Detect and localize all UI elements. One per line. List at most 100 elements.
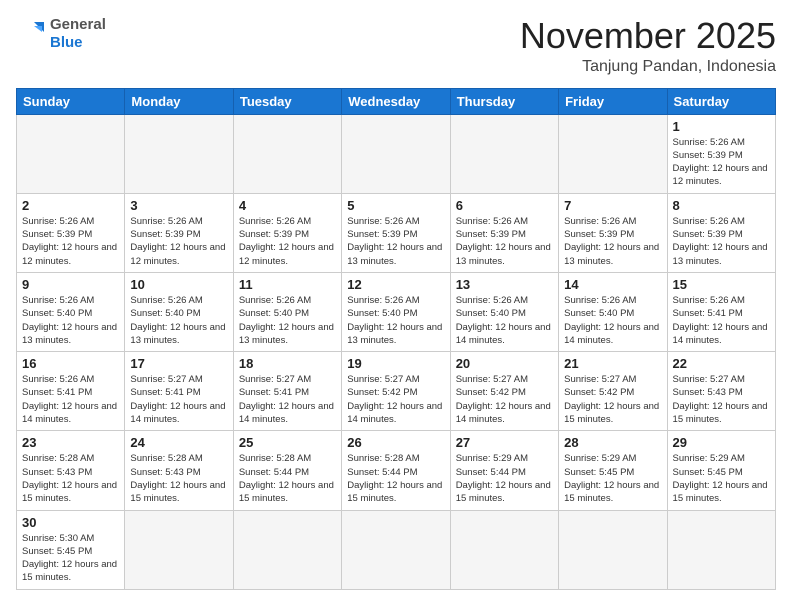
calendar-cell-w2-d1: 2Sunrise: 5:26 AMSunset: 5:39 PMDaylight… (17, 193, 125, 272)
calendar-week-1: 1 Sunrise: 5:26 AMSunset: 5:39 PMDaylight… (17, 114, 776, 193)
location-subtitle: Tanjung Pandan, Indonesia (520, 58, 776, 76)
calendar-table: Sunday Monday Tuesday Wednesday Thursday… (16, 88, 776, 590)
day-sun-info: Sunrise: 5:26 AMSunset: 5:39 PMDaylight:… (564, 215, 661, 268)
day-number: 27 (456, 435, 553, 450)
calendar-cell-w2-d6: 7Sunrise: 5:26 AMSunset: 5:39 PMDaylight… (559, 193, 667, 272)
day-number: 24 (130, 435, 227, 450)
day-number: 4 (239, 198, 336, 213)
calendar-cell-w4-d6: 21 Sunrise: 5:27 AMSunset: 5:42 PMDayligh… (559, 352, 667, 431)
day-sun-info: Sunrise: 5:27 AMSunset: 5:42 PMDaylight:… (564, 373, 661, 426)
day-number: 20 (456, 356, 553, 371)
day-sun-info: Sunrise: 5:27 AMSunset: 5:42 PMDaylight:… (347, 373, 444, 426)
day-sun-info: Sunrise: 5:29 AMSunset: 5:45 PMDaylight:… (564, 452, 661, 505)
day-sun-info: Sunrise: 5:29 AMSunset: 5:45 PMDaylight:… (673, 452, 770, 505)
calendar-cell-w6-d1: 30 Sunrise: 5:30 AMSunset: 5:45 PMDayligh… (17, 510, 125, 589)
day-number: 8 (673, 198, 770, 213)
calendar-week-3: 9 Sunrise: 5:26 AMSunset: 5:40 PMDaylight… (17, 272, 776, 351)
day-number: 17 (130, 356, 227, 371)
calendar-cell-w5-d3: 25Sunrise: 5:28 AMSunset: 5:44 PMDayligh… (233, 431, 341, 510)
calendar-cell-w6-d4 (342, 510, 450, 589)
day-sun-info: Sunrise: 5:29 AMSunset: 5:44 PMDaylight:… (456, 452, 553, 505)
calendar-cell-w4-d2: 17 Sunrise: 5:27 AMSunset: 5:41 PMDayligh… (125, 352, 233, 431)
col-thursday: Thursday (450, 88, 558, 114)
calendar-cell-w5-d2: 24 Sunrise: 5:28 AMSunset: 5:43 PMDayligh… (125, 431, 233, 510)
day-number: 11 (239, 277, 336, 292)
day-sun-info: Sunrise: 5:26 AMSunset: 5:39 PMDaylight:… (239, 215, 336, 268)
calendar-cell-w3-d6: 14 Sunrise: 5:26 AMSunset: 5:40 PMDayligh… (559, 272, 667, 351)
title-block: November 2025 Tanjung Pandan, Indonesia (520, 16, 776, 76)
day-number: 12 (347, 277, 444, 292)
day-sun-info: Sunrise: 5:26 AMSunset: 5:39 PMDaylight:… (347, 215, 444, 268)
calendar-cell-w2-d3: 4 Sunrise: 5:26 AMSunset: 5:39 PMDaylight… (233, 193, 341, 272)
day-number: 5 (347, 198, 444, 213)
day-number: 1 (673, 119, 770, 134)
calendar-cell-w6-d7 (667, 510, 775, 589)
logo-general: General (50, 16, 106, 33)
col-monday: Monday (125, 88, 233, 114)
calendar-cell-w4-d5: 20 Sunrise: 5:27 AMSunset: 5:42 PMDayligh… (450, 352, 558, 431)
logo-svg (16, 18, 48, 50)
col-sunday: Sunday (17, 88, 125, 114)
day-number: 16 (22, 356, 119, 371)
calendar-cell-w3-d2: 10 Sunrise: 5:26 AMSunset: 5:40 PMDayligh… (125, 272, 233, 351)
calendar-week-5: 23 Sunrise: 5:28 AMSunset: 5:43 PMDayligh… (17, 431, 776, 510)
calendar-cell-w5-d4: 26Sunrise: 5:28 AMSunset: 5:44 PMDayligh… (342, 431, 450, 510)
day-number: 21 (564, 356, 661, 371)
calendar-cell-w6-d6 (559, 510, 667, 589)
day-number: 18 (239, 356, 336, 371)
calendar-cell-w3-d1: 9 Sunrise: 5:26 AMSunset: 5:40 PMDaylight… (17, 272, 125, 351)
day-number: 9 (22, 277, 119, 292)
day-sun-info: Sunrise: 5:26 AMSunset: 5:39 PMDaylight:… (673, 136, 770, 189)
calendar-cell-w4-d4: 19 Sunrise: 5:27 AMSunset: 5:42 PMDayligh… (342, 352, 450, 431)
col-saturday: Saturday (667, 88, 775, 114)
calendar-cell-w1-d5 (450, 114, 558, 193)
day-sun-info: Sunrise: 5:26 AMSunset: 5:40 PMDaylight:… (347, 294, 444, 347)
day-sun-info: Sunrise: 5:26 AMSunset: 5:39 PMDaylight:… (673, 215, 770, 268)
day-sun-info: Sunrise: 5:26 AMSunset: 5:40 PMDaylight:… (130, 294, 227, 347)
calendar-cell-w4-d1: 16Sunrise: 5:26 AMSunset: 5:41 PMDayligh… (17, 352, 125, 431)
calendar-cell-w5-d6: 28 Sunrise: 5:29 AMSunset: 5:45 PMDayligh… (559, 431, 667, 510)
calendar-header-row: Sunday Monday Tuesday Wednesday Thursday… (17, 88, 776, 114)
day-sun-info: Sunrise: 5:26 AMSunset: 5:40 PMDaylight:… (564, 294, 661, 347)
calendar-cell-w3-d5: 13Sunrise: 5:26 AMSunset: 5:40 PMDayligh… (450, 272, 558, 351)
day-number: 23 (22, 435, 119, 450)
calendar-cell-w5-d1: 23Sunrise: 5:28 AMSunset: 5:43 PMDayligh… (17, 431, 125, 510)
calendar-page: General Blue November 2025 Tanjung Panda… (0, 0, 792, 600)
day-number: 28 (564, 435, 661, 450)
day-sun-info: Sunrise: 5:27 AMSunset: 5:41 PMDaylight:… (239, 373, 336, 426)
calendar-cell-w3-d3: 11 Sunrise: 5:26 AMSunset: 5:40 PMDayligh… (233, 272, 341, 351)
calendar-cell-w2-d2: 3Sunrise: 5:26 AMSunset: 5:39 PMDaylight… (125, 193, 233, 272)
day-sun-info: Sunrise: 5:26 AMSunset: 5:39 PMDaylight:… (456, 215, 553, 268)
calendar-cell-w1-d7: 1 Sunrise: 5:26 AMSunset: 5:39 PMDaylight… (667, 114, 775, 193)
calendar-cell-w2-d5: 6Sunrise: 5:26 AMSunset: 5:39 PMDaylight… (450, 193, 558, 272)
day-sun-info: Sunrise: 5:27 AMSunset: 5:42 PMDaylight:… (456, 373, 553, 426)
day-sun-info: Sunrise: 5:28 AMSunset: 5:44 PMDaylight:… (347, 452, 444, 505)
day-number: 14 (564, 277, 661, 292)
day-number: 30 (22, 515, 119, 530)
col-wednesday: Wednesday (342, 88, 450, 114)
calendar-cell-w4-d3: 18 Sunrise: 5:27 AMSunset: 5:41 PMDayligh… (233, 352, 341, 431)
calendar-week-2: 2 Sunrise: 5:26 AMSunset: 5:39 PMDaylight… (17, 193, 776, 272)
day-sun-info: Sunrise: 5:27 AMSunset: 5:41 PMDaylight:… (130, 373, 227, 426)
calendar-cell-w1-d6 (559, 114, 667, 193)
day-number: 10 (130, 277, 227, 292)
day-number: 15 (673, 277, 770, 292)
day-sun-info: Sunrise: 5:30 AMSunset: 5:45 PMDaylight:… (22, 532, 119, 585)
header: General Blue November 2025 Tanjung Panda… (16, 16, 776, 76)
day-sun-info: Sunrise: 5:28 AMSunset: 5:43 PMDaylight:… (130, 452, 227, 505)
calendar-cell-w6-d2 (125, 510, 233, 589)
calendar-week-6: 30 Sunrise: 5:30 AMSunset: 5:45 PMDayligh… (17, 510, 776, 589)
calendar-cell-w1-d2 (125, 114, 233, 193)
day-sun-info: Sunrise: 5:26 AMSunset: 5:40 PMDaylight:… (239, 294, 336, 347)
day-sun-info: Sunrise: 5:26 AMSunset: 5:40 PMDaylight:… (22, 294, 119, 347)
day-number: 25 (239, 435, 336, 450)
day-number: 19 (347, 356, 444, 371)
day-number: 2 (22, 198, 119, 213)
calendar-cell-w5-d7: 29Sunrise: 5:29 AMSunset: 5:45 PMDayligh… (667, 431, 775, 510)
calendar-cell-w6-d3 (233, 510, 341, 589)
calendar-cell-w4-d7: 22Sunrise: 5:27 AMSunset: 5:43 PMDayligh… (667, 352, 775, 431)
calendar-cell-w5-d5: 27 Sunrise: 5:29 AMSunset: 5:44 PMDayligh… (450, 431, 558, 510)
calendar-cell-w1-d3 (233, 114, 341, 193)
calendar-cell-w3-d7: 15Sunrise: 5:26 AMSunset: 5:41 PMDayligh… (667, 272, 775, 351)
col-friday: Friday (559, 88, 667, 114)
